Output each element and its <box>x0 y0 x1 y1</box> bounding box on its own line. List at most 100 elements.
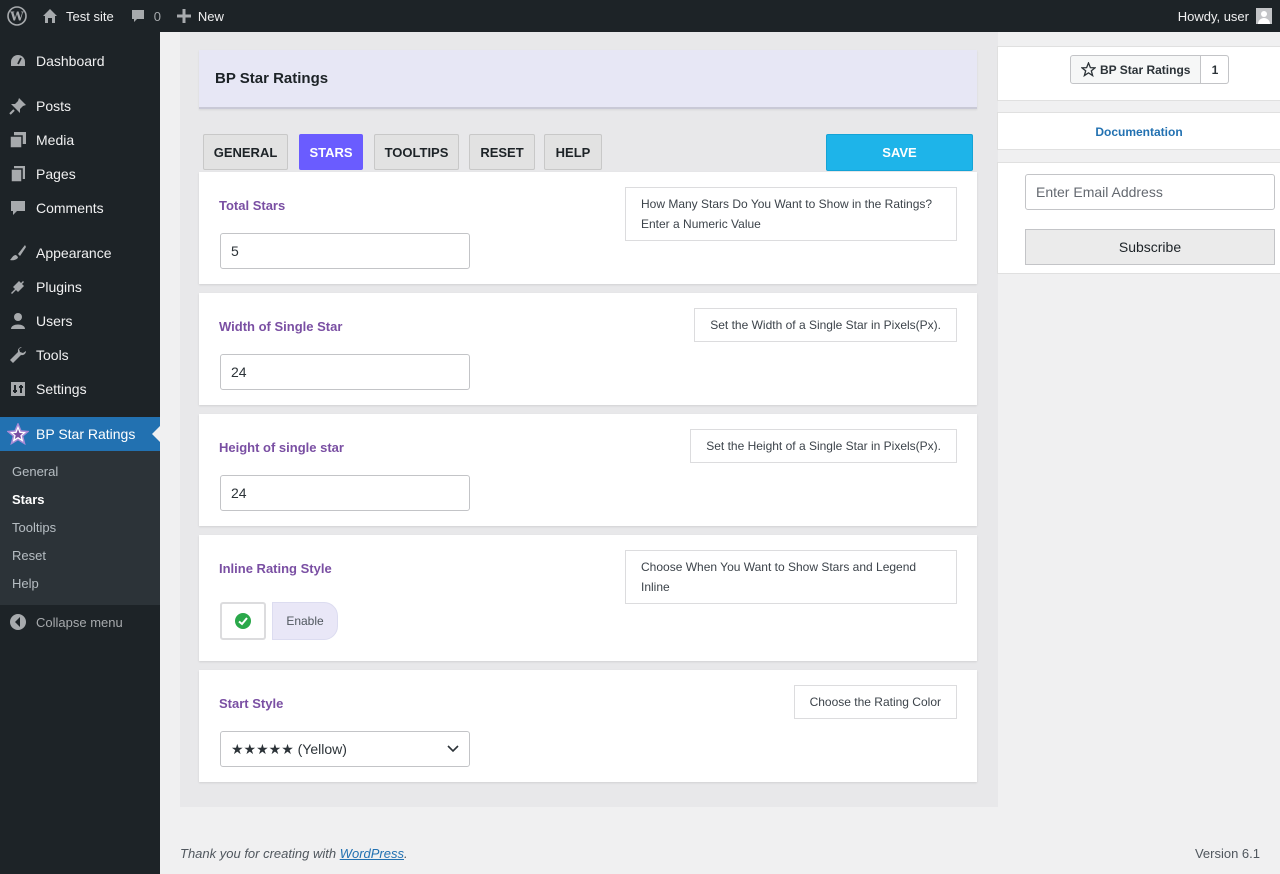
email-field[interactable]: Enter Email Address <box>1025 174 1275 210</box>
comment-icon <box>0 199 36 217</box>
help-line: Enter a Numeric Value <box>641 217 761 231</box>
sidebar-item-pages[interactable]: Pages <box>0 157 160 191</box>
inline-style-toggle-label[interactable]: Enable <box>272 602 338 640</box>
setting-total-stars: Total Stars How Many Stars Do You Want t… <box>199 172 977 284</box>
greeting: Howdy, user <box>1177 8 1249 24</box>
sidebar-item-label: BP Star Ratings <box>36 426 136 442</box>
sidebar-item-label: Dashboard <box>36 53 105 69</box>
setting-inline-style: Inline Rating Style Choose When You Want… <box>199 535 977 661</box>
help-line: How Many Stars Do You Want to Show in th… <box>641 197 933 211</box>
rating-button-label: BP Star Ratings <box>1100 62 1191 77</box>
sidebar-item-media[interactable]: Media <box>0 123 160 157</box>
sidebar-item-plugins[interactable]: Plugins <box>0 270 160 304</box>
rating-count: 1 <box>1201 56 1229 83</box>
setting-help: Choose the Rating Color <box>793 685 957 719</box>
media-icon <box>0 131 36 149</box>
save-button[interactable]: SAVE <box>826 134 973 171</box>
sidebar-item-settings[interactable]: Settings <box>0 372 160 406</box>
tab-reset[interactable]: RESET <box>469 134 535 170</box>
sidebar-item-appearance[interactable]: Appearance <box>0 236 160 270</box>
documentation-link[interactable]: Documentation <box>998 113 1280 151</box>
submenu-reset[interactable]: Reset <box>12 548 46 563</box>
tab-help[interactable]: HELP <box>544 134 602 170</box>
sidebar-item-label: Posts <box>36 98 72 114</box>
star-height-input[interactable]: 24 <box>220 475 470 511</box>
sidebar-item-comments[interactable]: Comments <box>0 191 160 225</box>
setting-help: How Many Stars Do You Want to Show in th… <box>625 187 957 241</box>
admin-sidebar: Dashboard Posts Media Pages Comments App… <box>0 32 160 874</box>
sidebar-item-label: Media <box>36 132 75 148</box>
tab-tooltips[interactable]: TOOLTIPS <box>374 134 459 170</box>
star-icon <box>0 423 36 445</box>
wordpress-logo-icon[interactable]: W <box>0 0 34 32</box>
documentation-box: Documentation <box>997 112 1280 150</box>
sidebar-item-label: Plugins <box>36 279 82 295</box>
rating-widget-box: BP Star Ratings 1 <box>997 46 1280 101</box>
inline-style-toggle[interactable] <box>220 602 266 640</box>
wordpress-link[interactable]: WordPress <box>340 846 404 861</box>
bp-star-ratings-button[interactable]: BP Star Ratings 1 <box>1070 55 1230 84</box>
setting-label: Width of Single Star <box>219 319 343 334</box>
submenu-stars[interactable]: Stars <box>12 492 45 507</box>
submenu-tooltips[interactable]: Tooltips <box>12 520 56 535</box>
avatar <box>1256 8 1272 24</box>
total-stars-input[interactable]: 5 <box>220 233 470 269</box>
start-style-select[interactable]: ★★★★★ (Yellow) <box>220 731 470 767</box>
newsletter-box: Enter Email Address Subscribe <box>997 162 1280 274</box>
site-name-link[interactable]: Test site <box>34 0 122 32</box>
setting-label: Inline Rating Style <box>219 561 332 576</box>
setting-help: Set the Height of a Single Star in Pixel… <box>690 429 957 463</box>
admin-bar: W Test site 0 New Howdy, user <box>0 0 1280 32</box>
chevron-down-icon <box>447 745 459 753</box>
setting-start-style: Start Style Choose the Rating Color ★★★★… <box>199 670 977 782</box>
account-menu[interactable]: Howdy, user <box>1170 0 1280 32</box>
page-title: BP Star Ratings <box>215 70 329 87</box>
sidebar-item-posts[interactable]: Posts <box>0 89 160 123</box>
help-line: Choose When You Want to Show Stars and L… <box>641 560 917 574</box>
tab-general[interactable]: GENERAL <box>203 134 288 170</box>
star-outline-icon <box>1081 62 1096 77</box>
sidebar-item-users[interactable]: Users <box>0 304 160 338</box>
site-name: Test site <box>66 8 114 24</box>
sidebar-item-label: Pages <box>36 166 76 182</box>
sidebar-item-label: Users <box>36 313 73 329</box>
sidebar-item-tools[interactable]: Tools <box>0 338 160 372</box>
pages-icon <box>0 165 36 183</box>
pushpin-icon <box>0 97 36 115</box>
plus-icon <box>176 9 191 23</box>
sidebar-item-label: Settings <box>36 381 87 397</box>
setting-star-height: Height of single star Set the Height of … <box>199 414 977 526</box>
collapse-icon <box>0 613 36 631</box>
check-circle-icon <box>235 613 251 629</box>
sidebar-item-label: Tools <box>36 347 69 363</box>
dashboard-icon <box>0 52 36 70</box>
new-label: New <box>197 8 224 24</box>
submenu-general[interactable]: General <box>12 464 58 479</box>
sidebar-item-bp-star-ratings[interactable]: BP Star Ratings <box>0 417 160 451</box>
new-content-link[interactable]: New <box>169 0 232 32</box>
footer-version: Version 6.1 <box>1194 846 1260 861</box>
setting-help: Set the Width of a Single Star in Pixels… <box>694 308 957 342</box>
sidebar-item-label: Comments <box>36 200 104 216</box>
subscribe-button[interactable]: Subscribe <box>1025 229 1275 265</box>
paintbrush-icon <box>0 244 36 262</box>
home-icon <box>43 9 57 23</box>
footer-thanks-prefix: Thank you for creating with <box>180 846 340 861</box>
select-value: ★★★★★ (Yellow) <box>231 740 347 757</box>
setting-help: Choose When You Want to Show Stars and L… <box>625 550 957 604</box>
user-icon <box>0 312 36 330</box>
sidebar-item-label: Appearance <box>36 245 112 261</box>
submenu-help[interactable]: Help <box>12 576 39 591</box>
comments-link[interactable]: 0 <box>122 0 169 32</box>
tab-stars[interactable]: STARS <box>299 134 363 170</box>
setting-label: Height of single star <box>219 440 344 455</box>
collapse-menu-button[interactable]: Collapse menu <box>0 605 160 639</box>
wrench-icon <box>0 346 36 364</box>
setting-label: Total Stars <box>219 198 286 213</box>
sidebar-item-dashboard[interactable]: Dashboard <box>0 44 160 78</box>
setting-star-width: Width of Single Star Set the Width of a … <box>199 293 977 405</box>
plugin-header: BP Star Ratings <box>199 50 977 109</box>
plugin-submenu: General Stars Tooltips Reset Help <box>0 451 160 605</box>
star-width-input[interactable]: 24 <box>220 354 470 390</box>
plugin-icon <box>0 278 36 296</box>
